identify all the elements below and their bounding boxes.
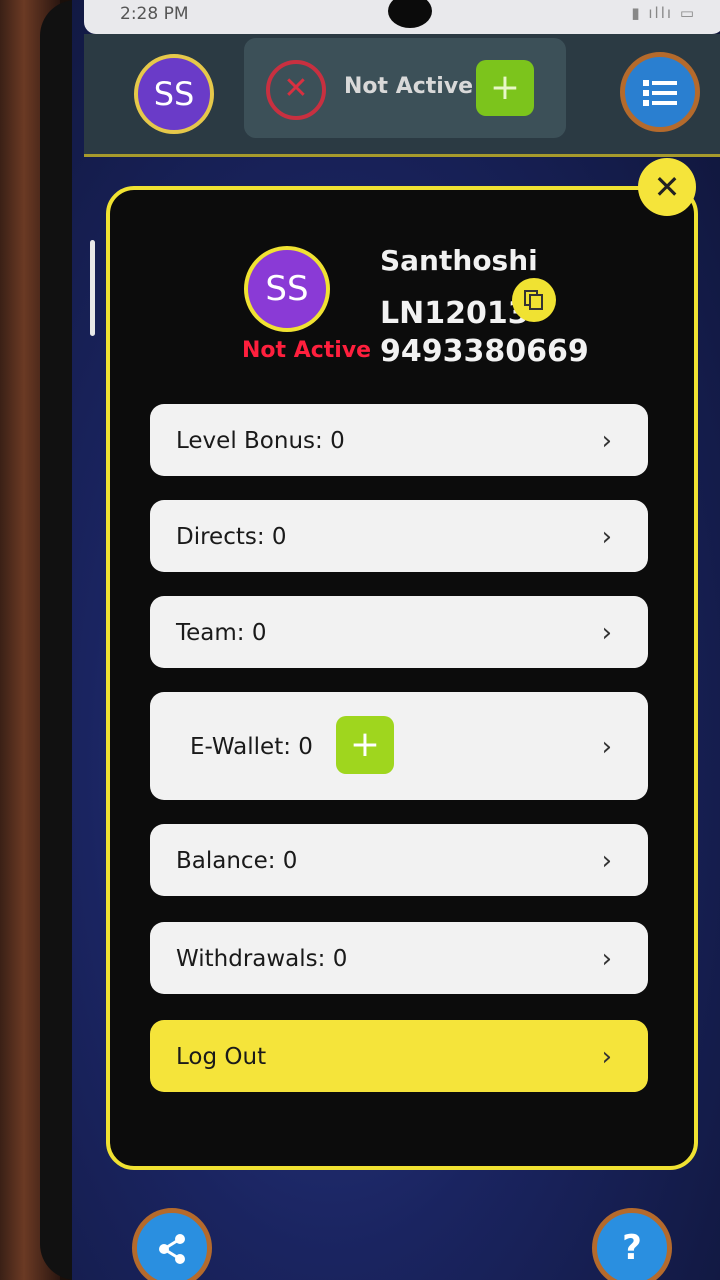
team-label: Team: 0 xyxy=(176,620,267,646)
top-bar: SS ✕ Not Active + xyxy=(84,34,720,157)
profile-status: Not Active xyxy=(242,338,372,363)
level-bonus-label: Level Bonus: 0 xyxy=(176,428,345,454)
scroll-indicator[interactable] xyxy=(90,240,95,336)
withdrawals-label: Withdrawals: 0 xyxy=(176,946,348,972)
front-camera xyxy=(388,0,432,28)
add-funds-button[interactable]: + xyxy=(336,716,394,774)
profile-user-id: LN12013 xyxy=(380,296,529,331)
menu-icon[interactable] xyxy=(620,52,700,132)
copy-icon[interactable] xyxy=(512,278,556,322)
close-icon[interactable]: ✕ xyxy=(638,158,696,216)
logout-label: Log Out xyxy=(176,1044,267,1070)
logout-button[interactable]: Log Out › xyxy=(150,1020,648,1092)
profile-phone: 9493380669 xyxy=(380,334,589,369)
activation-status-pill: ✕ Not Active + xyxy=(244,38,566,138)
team-row[interactable]: Team: 0 › xyxy=(150,596,648,668)
status-time: 2:28 PM xyxy=(120,4,189,24)
chevron-right-icon: › xyxy=(601,944,612,974)
app-screen: 2:28 PM ▮ ıllı ▭ SS ✕ Not Active + ✕ SS … xyxy=(72,0,720,1280)
profile-name: Santhoshi xyxy=(380,244,538,277)
chevron-right-icon: › xyxy=(601,618,612,648)
balance-row[interactable]: Balance: 0 › xyxy=(150,824,648,896)
balance-label: Balance: 0 xyxy=(176,848,298,874)
share-icon[interactable] xyxy=(132,1208,212,1280)
chevron-right-icon: › xyxy=(601,732,612,762)
directs-label: Directs: 0 xyxy=(176,524,287,550)
not-active-icon: ✕ xyxy=(266,60,326,120)
header-avatar[interactable]: SS xyxy=(134,54,214,134)
status-bar: 2:28 PM ▮ ıllı ▭ xyxy=(84,0,720,34)
activation-status-text: Not Active xyxy=(344,74,474,99)
status-icons: ▮ ıllı ▭ xyxy=(631,4,696,22)
profile-avatar: SS xyxy=(244,246,330,332)
ewallet-label: E-Wallet: 0 xyxy=(190,734,313,760)
help-icon[interactable]: ? xyxy=(592,1208,672,1280)
withdrawals-row[interactable]: Withdrawals: 0 › xyxy=(150,922,648,994)
level-bonus-row[interactable]: Level Bonus: 0 › xyxy=(150,404,648,476)
ewallet-row[interactable]: E-Wallet: 0 + › xyxy=(150,692,648,800)
chevron-right-icon: › xyxy=(601,426,612,456)
directs-row[interactable]: Directs: 0 › xyxy=(150,500,648,572)
chevron-right-icon: › xyxy=(601,522,612,552)
activate-button[interactable]: + xyxy=(476,60,534,116)
chevron-right-icon: › xyxy=(601,846,612,876)
chevron-right-icon: › xyxy=(601,1042,612,1072)
